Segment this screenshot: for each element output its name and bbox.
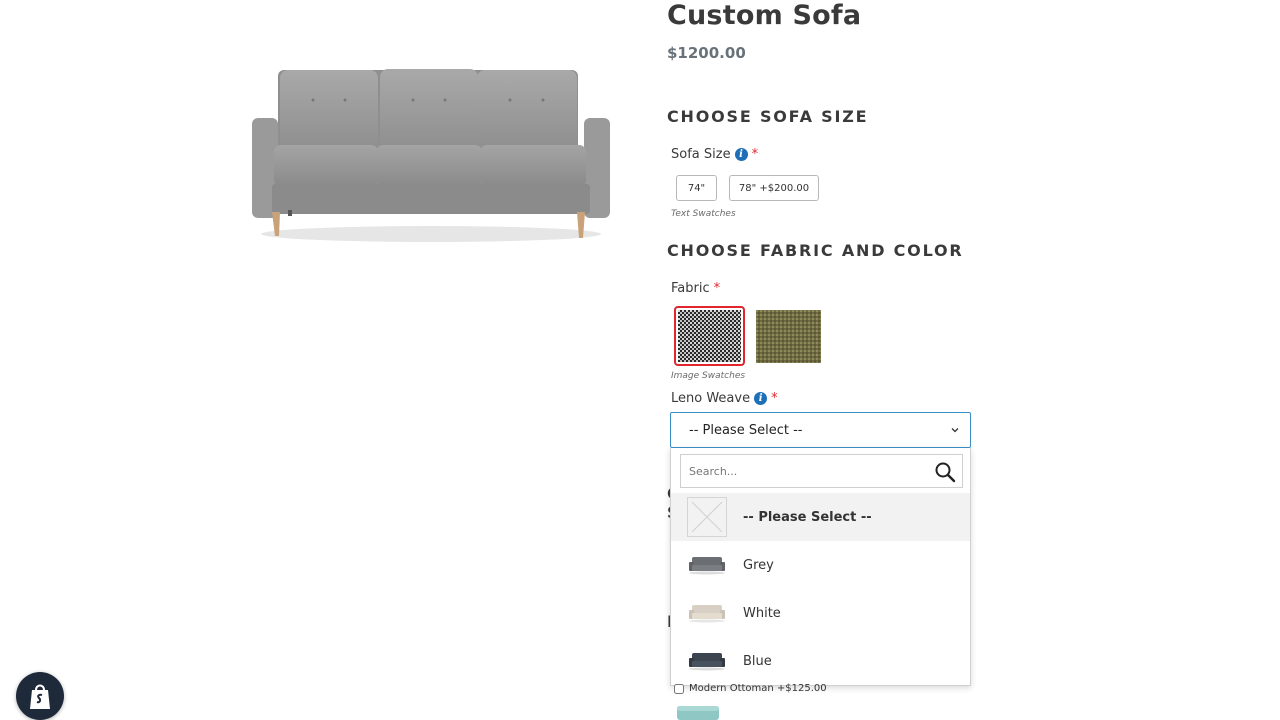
- dropdown-search-input[interactable]: [681, 455, 929, 487]
- leno-weave-label: Leno Weave i *: [671, 391, 778, 406]
- required-mark: *: [751, 147, 759, 162]
- search-icon[interactable]: [934, 461, 956, 483]
- ottoman-image: [676, 704, 720, 720]
- leno-weave-label-text: Leno Weave: [671, 391, 751, 406]
- fabric-label: Fabric *: [671, 281, 720, 296]
- size-option-78[interactable]: 78" +$200.00: [729, 175, 819, 201]
- sofa-size-label-text: Sofa Size: [671, 147, 731, 162]
- chevron-down-icon: [951, 428, 959, 433]
- dropdown-option-grey[interactable]: Grey: [671, 541, 970, 589]
- size-option-74[interactable]: 74": [676, 175, 717, 201]
- dropdown-search-field[interactable]: [680, 454, 963, 488]
- ottoman-label: Modern Ottoman +$125.00: [689, 683, 827, 694]
- fabric-section-heading: CHOOSE FABRIC AND COLOR: [667, 241, 964, 260]
- info-icon[interactable]: i: [754, 392, 768, 405]
- ottoman-addon: Modern Ottoman +$125.00: [674, 683, 827, 694]
- dropdown-option-blue[interactable]: Blue: [671, 637, 970, 685]
- grey-sofa-thumbnail: [687, 545, 727, 585]
- olive-weave-swatch: [756, 310, 821, 363]
- sofa-size-label: Sofa Size i *: [671, 147, 758, 162]
- blue-sofa-thumbnail: [687, 641, 727, 681]
- black-white-weave-swatch: [678, 310, 741, 362]
- sofa-icon: [689, 605, 725, 623]
- info-icon[interactable]: i: [734, 148, 748, 161]
- fabric-label-text: Fabric: [671, 281, 710, 296]
- dropdown-option-label: -- Please Select --: [743, 509, 872, 525]
- dropdown-option-white[interactable]: White: [671, 589, 970, 637]
- leno-weave-dropdown: -- Please Select -- Grey White: [670, 448, 971, 686]
- sofa-icon: [689, 653, 725, 671]
- text-swatches-hint: Text Swatches: [671, 209, 736, 219]
- image-swatches-hint: Image Swatches: [671, 371, 746, 381]
- dropdown-option-label: Grey: [743, 557, 774, 573]
- leno-weave-select[interactable]: -- Please Select --: [670, 412, 971, 448]
- shopify-bag-icon: [30, 684, 50, 709]
- product-image: [248, 60, 614, 250]
- required-mark: *: [713, 281, 721, 296]
- sofa-image: [252, 69, 610, 242]
- white-sofa-thumbnail: [687, 593, 727, 633]
- ottoman-thumbnail: [677, 706, 719, 720]
- sofa-icon: [689, 557, 725, 575]
- ottoman-checkbox[interactable]: [674, 683, 684, 694]
- fabric-swatch-olive[interactable]: [756, 310, 821, 363]
- close-icon: [691, 501, 723, 533]
- product-title: Custom Sofa: [667, 0, 862, 31]
- dropdown-option-label: White: [743, 605, 781, 621]
- dropdown-option-please-select[interactable]: -- Please Select --: [671, 493, 970, 541]
- required-mark: *: [771, 391, 778, 406]
- dropdown-option-label: Blue: [743, 653, 772, 669]
- no-image-icon: [687, 497, 727, 537]
- shopify-badge[interactable]: [16, 672, 64, 720]
- size-section-heading: CHOOSE SOFA SIZE: [667, 107, 869, 126]
- product-price: $1200.00: [667, 44, 746, 62]
- leno-weave-selected-value: -- Please Select --: [689, 422, 803, 438]
- fabric-swatch-black-white[interactable]: [674, 306, 745, 366]
